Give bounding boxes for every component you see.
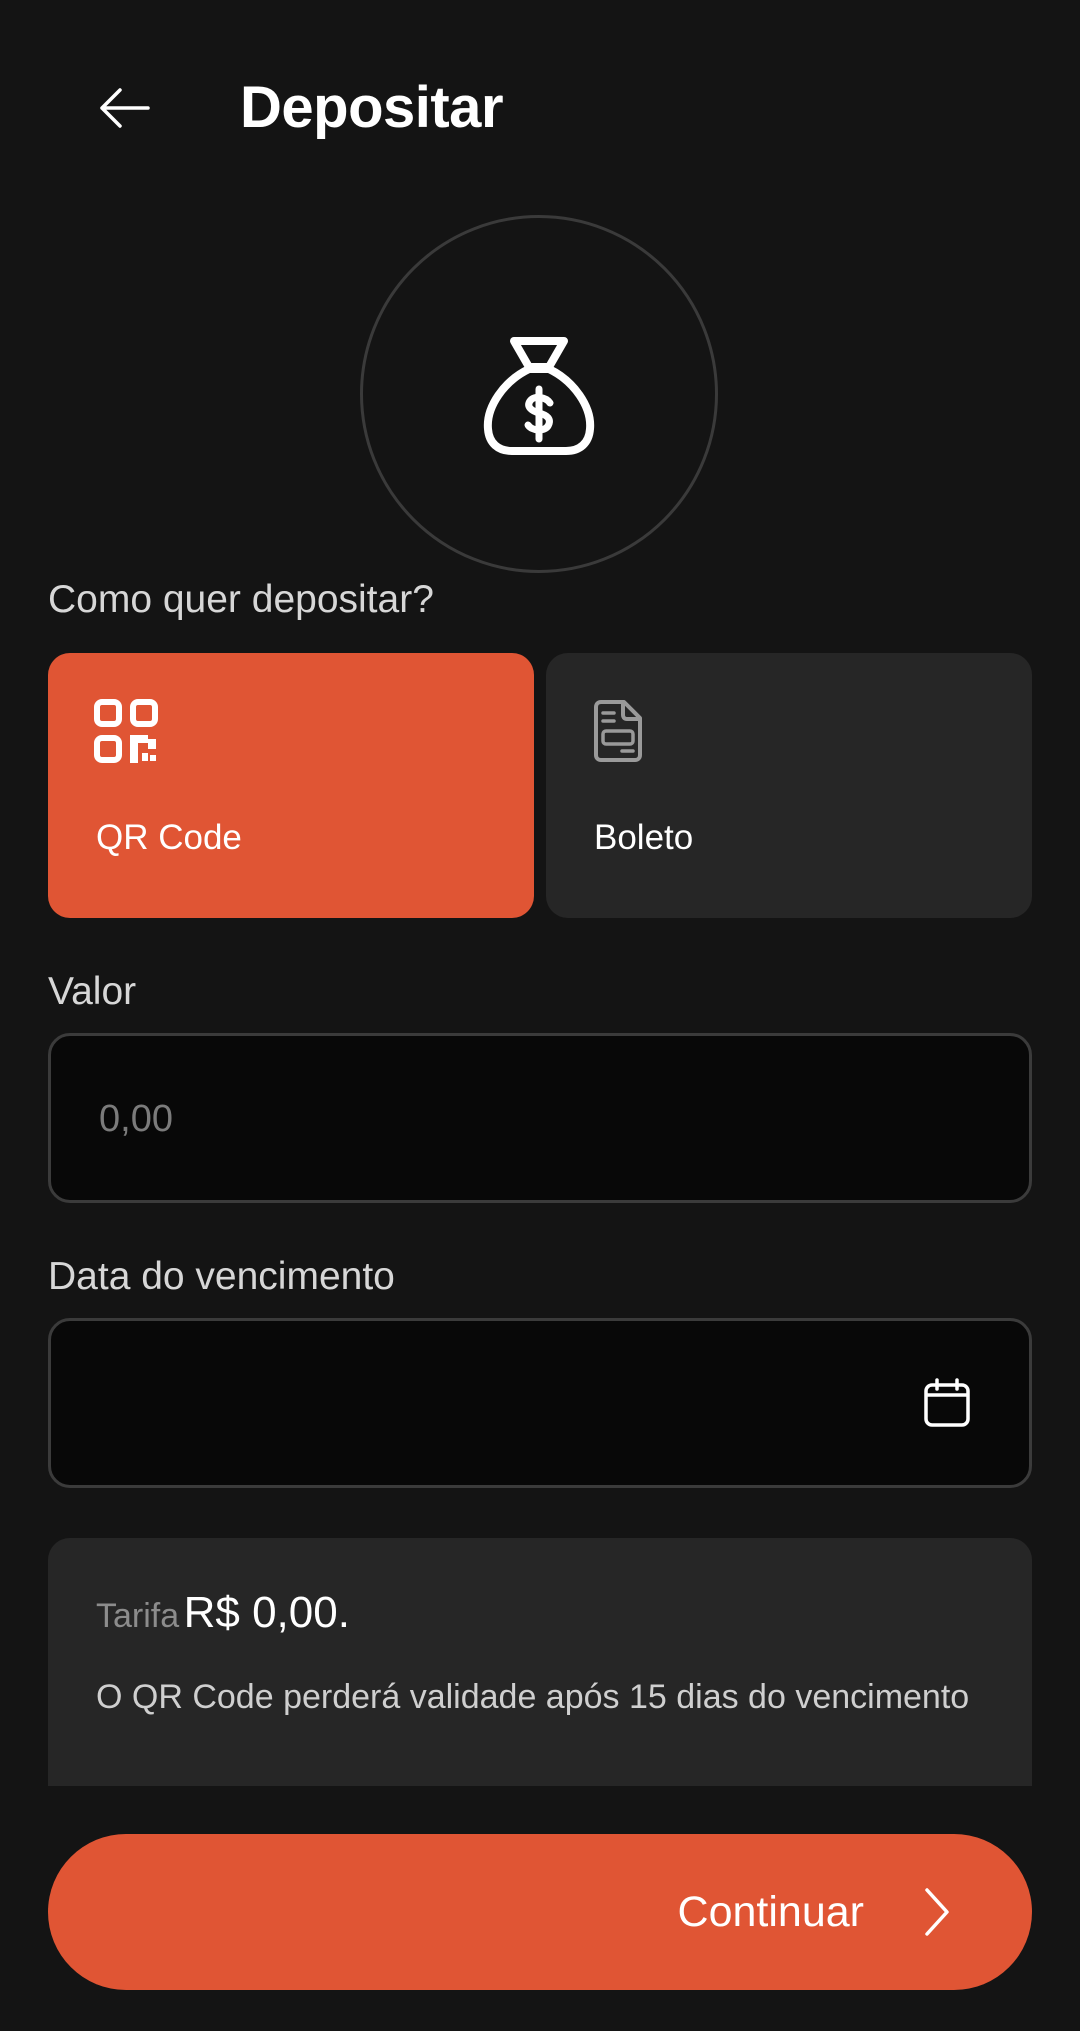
hero-circle [360,215,718,573]
calendar-icon [924,1378,970,1427]
fee-value: R$ 0,00. [183,1588,350,1637]
info-card: Tarifa R$ 0,00. O QR Code perderá valida… [48,1538,1032,1786]
fee-row: Tarifa R$ 0,00. [96,1588,350,1638]
document-icon [592,699,644,768]
qr-code-icon [94,699,158,768]
boleto-label: Boleto [594,818,694,857]
back-button[interactable] [84,72,164,144]
amount-input[interactable] [97,1036,961,1202]
boleto-option[interactable]: Boleto [546,653,1032,918]
continue-button[interactable]: Continuar [48,1834,1032,1990]
money-bag-icon [483,337,595,455]
due-date-label: Data do vencimento [48,1255,395,1298]
continue-label: Continuar [677,1888,864,1936]
amount-field[interactable] [48,1033,1032,1203]
qr-code-option[interactable]: QR Code [48,653,534,918]
page-title: Depositar [240,75,504,140]
qr-code-label: QR Code [96,818,242,857]
app-header: Depositar [0,0,1080,215]
due-date-input[interactable] [97,1321,961,1487]
method-section-label: Como quer depositar? [48,578,434,621]
validity-note: O QR Code perderá validade após 15 dias … [96,1678,970,1716]
amount-label: Valor [48,970,137,1013]
fee-label: Tarifa [96,1597,180,1635]
due-date-field[interactable] [48,1318,1032,1488]
calendar-button[interactable] [921,1377,973,1429]
chevron-right-icon [925,1888,949,1936]
arrow-left-icon [100,88,150,128]
